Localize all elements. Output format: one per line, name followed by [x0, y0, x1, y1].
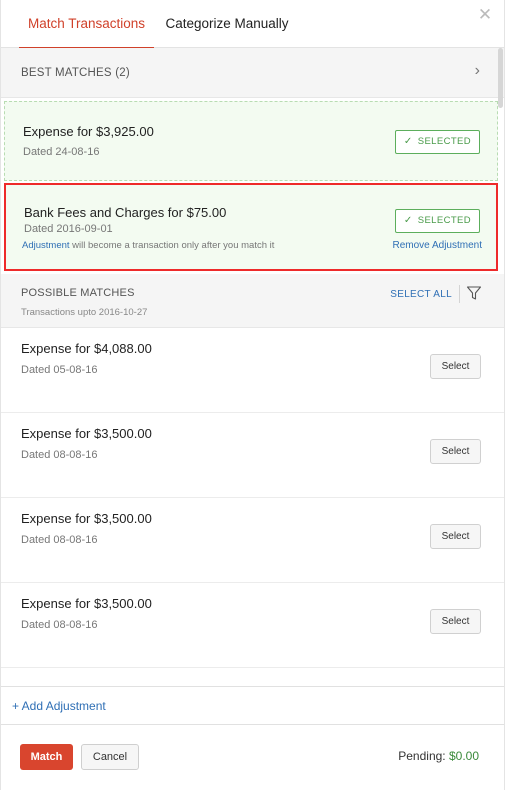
divider [459, 285, 460, 303]
adjustment-note-text: will become a transaction only after you… [69, 240, 275, 251]
match-date: Dated 05-08-16 [21, 364, 98, 376]
filter-icon[interactable] [466, 285, 482, 301]
pending-label: Pending: [398, 749, 446, 763]
adjustment-note: Adjustment will become a transaction onl… [22, 240, 274, 251]
adjustment-link[interactable]: Adjustment [22, 240, 70, 251]
remove-adjustment-link[interactable]: Remove Adjustment [393, 240, 483, 251]
tab-bar: Match Transactions Categorize Manually ✕ [1, 0, 504, 49]
possible-match-row: Expense for $3,500.00 Dated 08-08-16 Sel… [1, 583, 504, 668]
match-date: Dated 08-08-16 [21, 619, 98, 631]
match-title: Expense for $3,500.00 [21, 426, 152, 441]
select-all-link[interactable]: SELECT ALL [390, 289, 452, 300]
match-title: Expense for $3,500.00 [21, 596, 152, 611]
possible-match-row: Expense for $3,500.00 Dated 08-08-16 Sel… [1, 498, 504, 583]
possible-match-row: Expense for $4,088.00 Dated 05-08-16 Sel… [1, 328, 504, 413]
match-title: Expense for $3,925.00 [23, 124, 154, 139]
match-date: Dated 24-08-16 [23, 146, 100, 158]
match-title: Bank Fees and Charges for $75.00 [24, 205, 227, 220]
pending-value: $0.00 [448, 749, 479, 763]
check-icon: ✓ [403, 215, 413, 226]
select-button[interactable]: Select [430, 524, 481, 549]
possible-matches-subtitle: Transactions upto 2016-10-27 [21, 307, 148, 318]
tab-match-transactions[interactable]: Match Transactions [19, 0, 154, 49]
best-matches-header[interactable]: BEST MATCHES (2) › [1, 48, 504, 98]
possible-matches-header: POSSIBLE MATCHES Transactions upto 2016-… [1, 274, 504, 328]
select-button[interactable]: Select [430, 354, 481, 379]
selected-button-label: SELECTED [417, 215, 472, 226]
best-match-card: Expense for $3,925.00 Dated 24-08-16 ✓ SE… [4, 101, 498, 181]
match-transactions-panel: Match Transactions Categorize Manually ✕… [0, 0, 505, 790]
chevron-right-icon[interactable]: › [475, 62, 480, 80]
cancel-button[interactable]: Cancel [81, 744, 139, 770]
match-title: Expense for $4,088.00 [21, 341, 152, 356]
check-icon: ✓ [403, 136, 413, 147]
match-date: Dated 08-08-16 [21, 449, 98, 461]
selected-button-label: SELECTED [417, 136, 472, 147]
best-match-card-highlighted: Bank Fees and Charges for $75.00 Dated 2… [4, 183, 498, 271]
pending-amount: Pending: $0.00 [398, 749, 479, 763]
selected-button[interactable]: ✓ SELECTED [395, 130, 480, 154]
selected-button[interactable]: ✓ SELECTED [395, 209, 480, 233]
select-button[interactable]: Select [430, 439, 481, 464]
matches-scroll-area[interactable]: BEST MATCHES (2) › Expense for $3,925.00… [1, 48, 504, 686]
match-button[interactable]: Match [20, 744, 73, 770]
close-icon[interactable]: ✕ [476, 6, 494, 24]
scrollbar[interactable] [498, 48, 503, 108]
match-date: Dated 2016-09-01 [24, 223, 113, 235]
match-date: Dated 08-08-16 [21, 534, 98, 546]
add-adjustment-bar: + Add Adjustment [1, 686, 504, 724]
best-matches-title: BEST MATCHES (2) [21, 67, 130, 79]
match-title: Expense for $3,500.00 [21, 511, 152, 526]
tab-categorize-manually[interactable]: Categorize Manually [161, 0, 293, 48]
select-button[interactable]: Select [430, 609, 481, 634]
possible-match-row: Expense for $3,500.00 Dated 08-08-16 Sel… [1, 413, 504, 498]
possible-matches-title: POSSIBLE MATCHES [21, 287, 135, 299]
add-adjustment-link[interactable]: + Add Adjustment [12, 699, 106, 713]
footer: Match Cancel Pending: $0.00 [1, 724, 504, 790]
